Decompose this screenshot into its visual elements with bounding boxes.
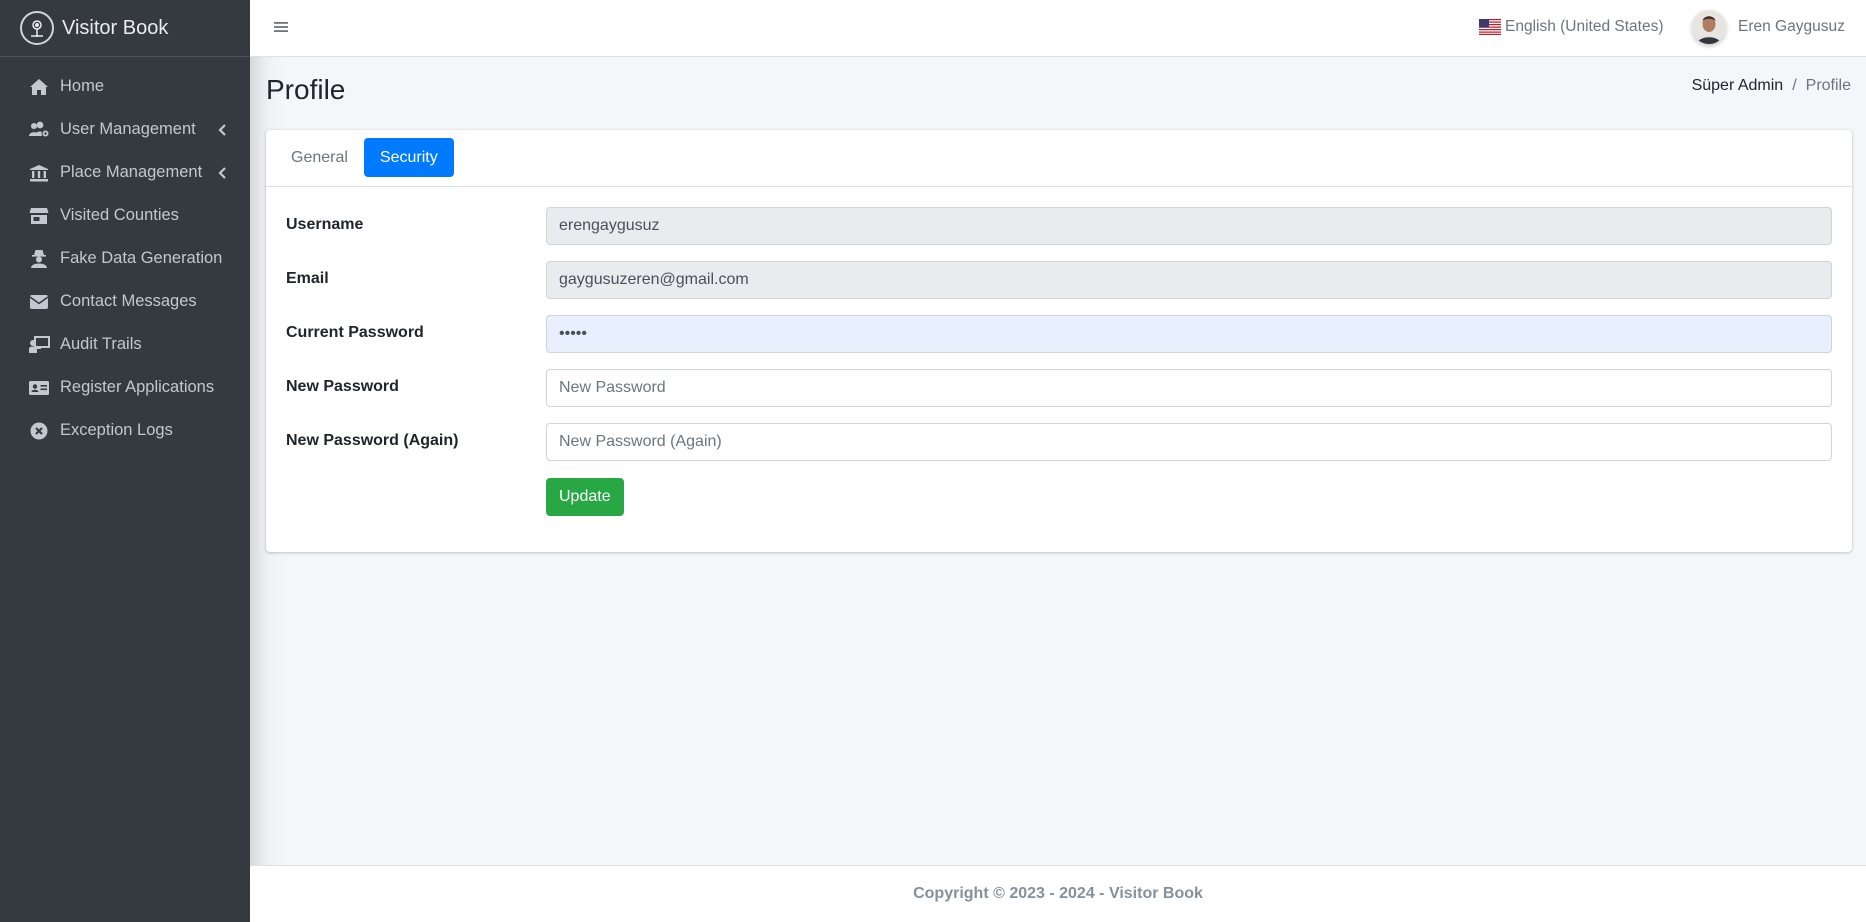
home-icon xyxy=(28,76,50,98)
tab-security[interactable]: Security xyxy=(363,138,454,177)
brand-link[interactable]: Visitor Book xyxy=(0,0,250,57)
breadcrumb: Süper Admin / Profile xyxy=(1692,77,1851,95)
envelope-icon xyxy=(28,291,50,313)
language-selector[interactable]: English (United States) xyxy=(1479,18,1664,36)
sidebar-item-label: Audit Trails xyxy=(60,335,142,353)
sidebar-item-register-applications[interactable]: Register Applications xyxy=(0,366,250,409)
email-field[interactable] xyxy=(546,261,1832,299)
sidebar-item-fake-data-generation[interactable]: Fake Data Generation xyxy=(0,237,250,280)
current-password-row: Current Password xyxy=(286,315,1832,353)
hamburger-menu-icon[interactable] xyxy=(273,19,289,35)
username-field[interactable] xyxy=(546,207,1832,245)
id-card-icon xyxy=(28,377,50,399)
store-icon xyxy=(28,205,50,227)
users-cog-icon xyxy=(28,119,50,141)
times-circle-icon xyxy=(28,420,50,442)
sidebar-item-label: Contact Messages xyxy=(60,292,197,310)
new-password-field[interactable] xyxy=(546,369,1832,407)
sidebar-item-place-management[interactable]: Place Management xyxy=(0,151,250,194)
sidebar-item-label: Visited Counties xyxy=(60,206,179,224)
new-password-again-field[interactable] xyxy=(546,423,1832,461)
language-label: English (United States) xyxy=(1505,18,1664,35)
top-navbar: English (United States) Eren Gaygusuz xyxy=(250,0,1866,57)
email-row: Email xyxy=(286,261,1832,299)
new-password-again-row: New Password (Again) xyxy=(286,423,1832,461)
avatar xyxy=(1692,10,1726,44)
new-password-label: New Password xyxy=(286,378,399,395)
breadcrumb-link-super-admin[interactable]: Süper Admin xyxy=(1692,77,1784,95)
sidebar: Visitor Book Home User Management Place … xyxy=(0,0,250,922)
sidebar-item-audit-trails[interactable]: Audit Trails xyxy=(0,323,250,366)
tab-general[interactable]: General xyxy=(275,138,364,177)
footer: Copyright © 2023 - 2024 - Visitor Book xyxy=(250,865,1866,922)
copyright-text: Copyright © 2023 - 2024 - Visitor Book xyxy=(913,885,1203,902)
username-label: Username xyxy=(286,216,364,233)
update-button[interactable]: Update xyxy=(546,478,624,516)
sidebar-item-label: Place Management xyxy=(60,163,203,181)
sidebar-item-home[interactable]: Home xyxy=(0,65,250,108)
landmark-icon xyxy=(28,162,50,184)
sidebar-item-exception-logs[interactable]: Exception Logs xyxy=(0,409,250,452)
sidebar-item-label: Register Applications xyxy=(60,378,215,396)
user-menu[interactable]: Eren Gaygusuz xyxy=(1692,10,1845,44)
sidebar-item-label: User Management xyxy=(60,120,196,138)
sidebar-nav: Home User Management Place Management Vi… xyxy=(0,57,250,452)
sidebar-item-visited-counties[interactable]: Visited Counties xyxy=(0,194,250,237)
profile-card: General Security Username Email Current … xyxy=(266,130,1852,552)
sidebar-item-user-management[interactable]: User Management xyxy=(0,108,250,151)
profile-tabs: General Security xyxy=(266,130,1852,187)
compass-logo-icon xyxy=(20,11,54,45)
chalkboard-teacher-icon xyxy=(28,334,50,356)
chevron-left-icon xyxy=(216,123,228,136)
sidebar-item-label: Home xyxy=(60,77,105,95)
breadcrumb-separator: / xyxy=(1792,77,1797,94)
breadcrumb-current: Profile xyxy=(1805,77,1851,94)
us-flag-icon xyxy=(1479,19,1501,35)
sidebar-item-contact-messages[interactable]: Contact Messages xyxy=(0,280,250,323)
brand-name: Visitor Book xyxy=(62,16,169,39)
email-label: Email xyxy=(286,270,329,287)
current-password-label: Current Password xyxy=(286,324,424,341)
current-password-field[interactable] xyxy=(546,315,1832,353)
user-name: Eren Gaygusuz xyxy=(1738,18,1845,35)
username-row: Username xyxy=(286,207,1832,245)
user-secret-icon xyxy=(28,248,50,270)
new-password-again-label: New Password (Again) xyxy=(286,432,459,449)
sidebar-item-label: Exception Logs xyxy=(60,421,173,439)
new-password-row: New Password xyxy=(286,369,1832,407)
chevron-left-icon xyxy=(216,166,228,179)
sidebar-item-label: Fake Data Generation xyxy=(60,249,223,267)
page-title: Profile xyxy=(266,74,346,105)
